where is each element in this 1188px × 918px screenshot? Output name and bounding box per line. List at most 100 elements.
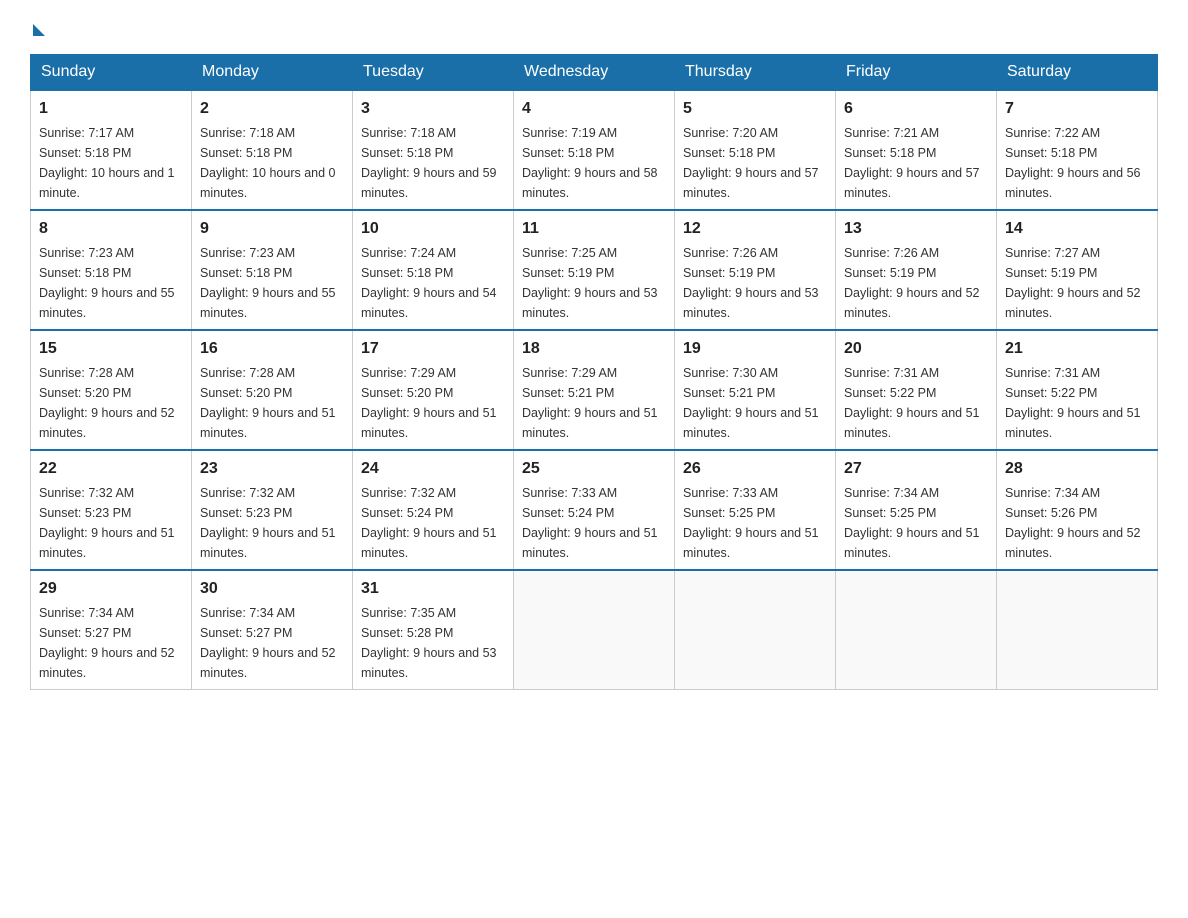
calendar-cell: 7Sunrise: 7:22 AMSunset: 5:18 PMDaylight… — [997, 90, 1158, 210]
day-number: 1 — [39, 97, 183, 121]
calendar-week-row: 22Sunrise: 7:32 AMSunset: 5:23 PMDayligh… — [31, 450, 1158, 570]
header-tuesday: Tuesday — [353, 55, 514, 91]
calendar-cell: 16Sunrise: 7:28 AMSunset: 5:20 PMDayligh… — [192, 330, 353, 450]
calendar-cell: 5Sunrise: 7:20 AMSunset: 5:18 PMDaylight… — [675, 90, 836, 210]
day-number: 20 — [844, 337, 988, 361]
day-info: Sunrise: 7:18 AMSunset: 5:18 PMDaylight:… — [200, 123, 344, 203]
calendar-cell: 27Sunrise: 7:34 AMSunset: 5:25 PMDayligh… — [836, 450, 997, 570]
calendar-cell: 6Sunrise: 7:21 AMSunset: 5:18 PMDaylight… — [836, 90, 997, 210]
day-info: Sunrise: 7:35 AMSunset: 5:28 PMDaylight:… — [361, 603, 505, 683]
day-info: Sunrise: 7:31 AMSunset: 5:22 PMDaylight:… — [844, 363, 988, 443]
header-monday: Monday — [192, 55, 353, 91]
calendar-cell: 15Sunrise: 7:28 AMSunset: 5:20 PMDayligh… — [31, 330, 192, 450]
calendar-cell: 1Sunrise: 7:17 AMSunset: 5:18 PMDaylight… — [31, 90, 192, 210]
day-number: 3 — [361, 97, 505, 121]
calendar-cell: 4Sunrise: 7:19 AMSunset: 5:18 PMDaylight… — [514, 90, 675, 210]
day-number: 29 — [39, 577, 183, 601]
calendar-cell: 31Sunrise: 7:35 AMSunset: 5:28 PMDayligh… — [353, 570, 514, 690]
day-info: Sunrise: 7:29 AMSunset: 5:20 PMDaylight:… — [361, 363, 505, 443]
calendar-cell: 20Sunrise: 7:31 AMSunset: 5:22 PMDayligh… — [836, 330, 997, 450]
day-number: 7 — [1005, 97, 1149, 121]
day-number: 21 — [1005, 337, 1149, 361]
calendar-week-row: 8Sunrise: 7:23 AMSunset: 5:18 PMDaylight… — [31, 210, 1158, 330]
calendar-cell: 8Sunrise: 7:23 AMSunset: 5:18 PMDaylight… — [31, 210, 192, 330]
day-info: Sunrise: 7:34 AMSunset: 5:25 PMDaylight:… — [844, 483, 988, 563]
calendar-cell — [675, 570, 836, 690]
day-number: 12 — [683, 217, 827, 241]
calendar-cell: 22Sunrise: 7:32 AMSunset: 5:23 PMDayligh… — [31, 450, 192, 570]
day-info: Sunrise: 7:33 AMSunset: 5:24 PMDaylight:… — [522, 483, 666, 563]
logo-arrow-icon — [33, 24, 45, 36]
header-saturday: Saturday — [997, 55, 1158, 91]
day-number: 11 — [522, 217, 666, 241]
page-header — [30, 20, 1158, 34]
day-info: Sunrise: 7:26 AMSunset: 5:19 PMDaylight:… — [683, 243, 827, 323]
day-info: Sunrise: 7:29 AMSunset: 5:21 PMDaylight:… — [522, 363, 666, 443]
calendar-cell: 24Sunrise: 7:32 AMSunset: 5:24 PMDayligh… — [353, 450, 514, 570]
day-info: Sunrise: 7:23 AMSunset: 5:18 PMDaylight:… — [200, 243, 344, 323]
day-number: 26 — [683, 457, 827, 481]
calendar-cell — [514, 570, 675, 690]
day-number: 4 — [522, 97, 666, 121]
day-number: 19 — [683, 337, 827, 361]
day-number: 16 — [200, 337, 344, 361]
day-info: Sunrise: 7:34 AMSunset: 5:27 PMDaylight:… — [200, 603, 344, 683]
calendar-cell: 2Sunrise: 7:18 AMSunset: 5:18 PMDaylight… — [192, 90, 353, 210]
day-number: 8 — [39, 217, 183, 241]
day-info: Sunrise: 7:33 AMSunset: 5:25 PMDaylight:… — [683, 483, 827, 563]
calendar-cell: 12Sunrise: 7:26 AMSunset: 5:19 PMDayligh… — [675, 210, 836, 330]
day-info: Sunrise: 7:21 AMSunset: 5:18 PMDaylight:… — [844, 123, 988, 203]
day-info: Sunrise: 7:34 AMSunset: 5:27 PMDaylight:… — [39, 603, 183, 683]
logo — [30, 20, 45, 34]
header-wednesday: Wednesday — [514, 55, 675, 91]
calendar-table: SundayMondayTuesdayWednesdayThursdayFrid… — [30, 54, 1158, 690]
day-info: Sunrise: 7:32 AMSunset: 5:24 PMDaylight:… — [361, 483, 505, 563]
day-info: Sunrise: 7:26 AMSunset: 5:19 PMDaylight:… — [844, 243, 988, 323]
calendar-cell: 18Sunrise: 7:29 AMSunset: 5:21 PMDayligh… — [514, 330, 675, 450]
day-number: 2 — [200, 97, 344, 121]
day-number: 5 — [683, 97, 827, 121]
calendar-week-row: 1Sunrise: 7:17 AMSunset: 5:18 PMDaylight… — [31, 90, 1158, 210]
calendar-cell: 14Sunrise: 7:27 AMSunset: 5:19 PMDayligh… — [997, 210, 1158, 330]
header-friday: Friday — [836, 55, 997, 91]
calendar-cell: 17Sunrise: 7:29 AMSunset: 5:20 PMDayligh… — [353, 330, 514, 450]
day-number: 23 — [200, 457, 344, 481]
day-number: 25 — [522, 457, 666, 481]
day-info: Sunrise: 7:18 AMSunset: 5:18 PMDaylight:… — [361, 123, 505, 203]
calendar-cell: 28Sunrise: 7:34 AMSunset: 5:26 PMDayligh… — [997, 450, 1158, 570]
day-number: 30 — [200, 577, 344, 601]
day-number: 27 — [844, 457, 988, 481]
day-number: 14 — [1005, 217, 1149, 241]
day-number: 24 — [361, 457, 505, 481]
calendar-cell: 21Sunrise: 7:31 AMSunset: 5:22 PMDayligh… — [997, 330, 1158, 450]
day-number: 6 — [844, 97, 988, 121]
day-number: 9 — [200, 217, 344, 241]
day-number: 15 — [39, 337, 183, 361]
header-thursday: Thursday — [675, 55, 836, 91]
day-info: Sunrise: 7:27 AMSunset: 5:19 PMDaylight:… — [1005, 243, 1149, 323]
calendar-cell: 11Sunrise: 7:25 AMSunset: 5:19 PMDayligh… — [514, 210, 675, 330]
day-info: Sunrise: 7:19 AMSunset: 5:18 PMDaylight:… — [522, 123, 666, 203]
day-number: 18 — [522, 337, 666, 361]
day-number: 13 — [844, 217, 988, 241]
calendar-cell: 13Sunrise: 7:26 AMSunset: 5:19 PMDayligh… — [836, 210, 997, 330]
day-number: 28 — [1005, 457, 1149, 481]
day-info: Sunrise: 7:24 AMSunset: 5:18 PMDaylight:… — [361, 243, 505, 323]
header-sunday: Sunday — [31, 55, 192, 91]
day-number: 17 — [361, 337, 505, 361]
calendar-week-row: 15 Sunrise: 7:28 AMSunset: 5:20 PMDayligh… — [31, 330, 1158, 450]
calendar-cell: 10Sunrise: 7:24 AMSunset: 5:18 PMDayligh… — [353, 210, 514, 330]
day-info: Sunrise: 7:28 AMSunset: 5:20 PMDaylight:… — [200, 363, 344, 443]
day-info: Sunrise: 7:31 AMSunset: 5:22 PMDaylight:… — [1005, 363, 1149, 443]
calendar-cell: 23Sunrise: 7:32 AMSunset: 5:23 PMDayligh… — [192, 450, 353, 570]
day-info: Sunrise: 7:22 AMSunset: 5:18 PMDaylight:… — [1005, 123, 1149, 203]
day-number: 22 — [39, 457, 183, 481]
calendar-cell — [836, 570, 997, 690]
calendar-cell: 3Sunrise: 7:18 AMSunset: 5:18 PMDaylight… — [353, 90, 514, 210]
day-info: Sunrise: 7:32 AMSunset: 5:23 PMDaylight:… — [39, 483, 183, 563]
day-info: Sunrise: 7:30 AMSunset: 5:21 PMDaylight:… — [683, 363, 827, 443]
day-info: Sunrise: 7:34 AMSunset: 5:26 PMDaylight:… — [1005, 483, 1149, 563]
day-info: Sunrise: 7:20 AMSunset: 5:18 PMDaylight:… — [683, 123, 827, 203]
day-number: 10 — [361, 217, 505, 241]
day-info: Sunrise: 7:23 AMSunset: 5:18 PMDaylight:… — [39, 243, 183, 323]
